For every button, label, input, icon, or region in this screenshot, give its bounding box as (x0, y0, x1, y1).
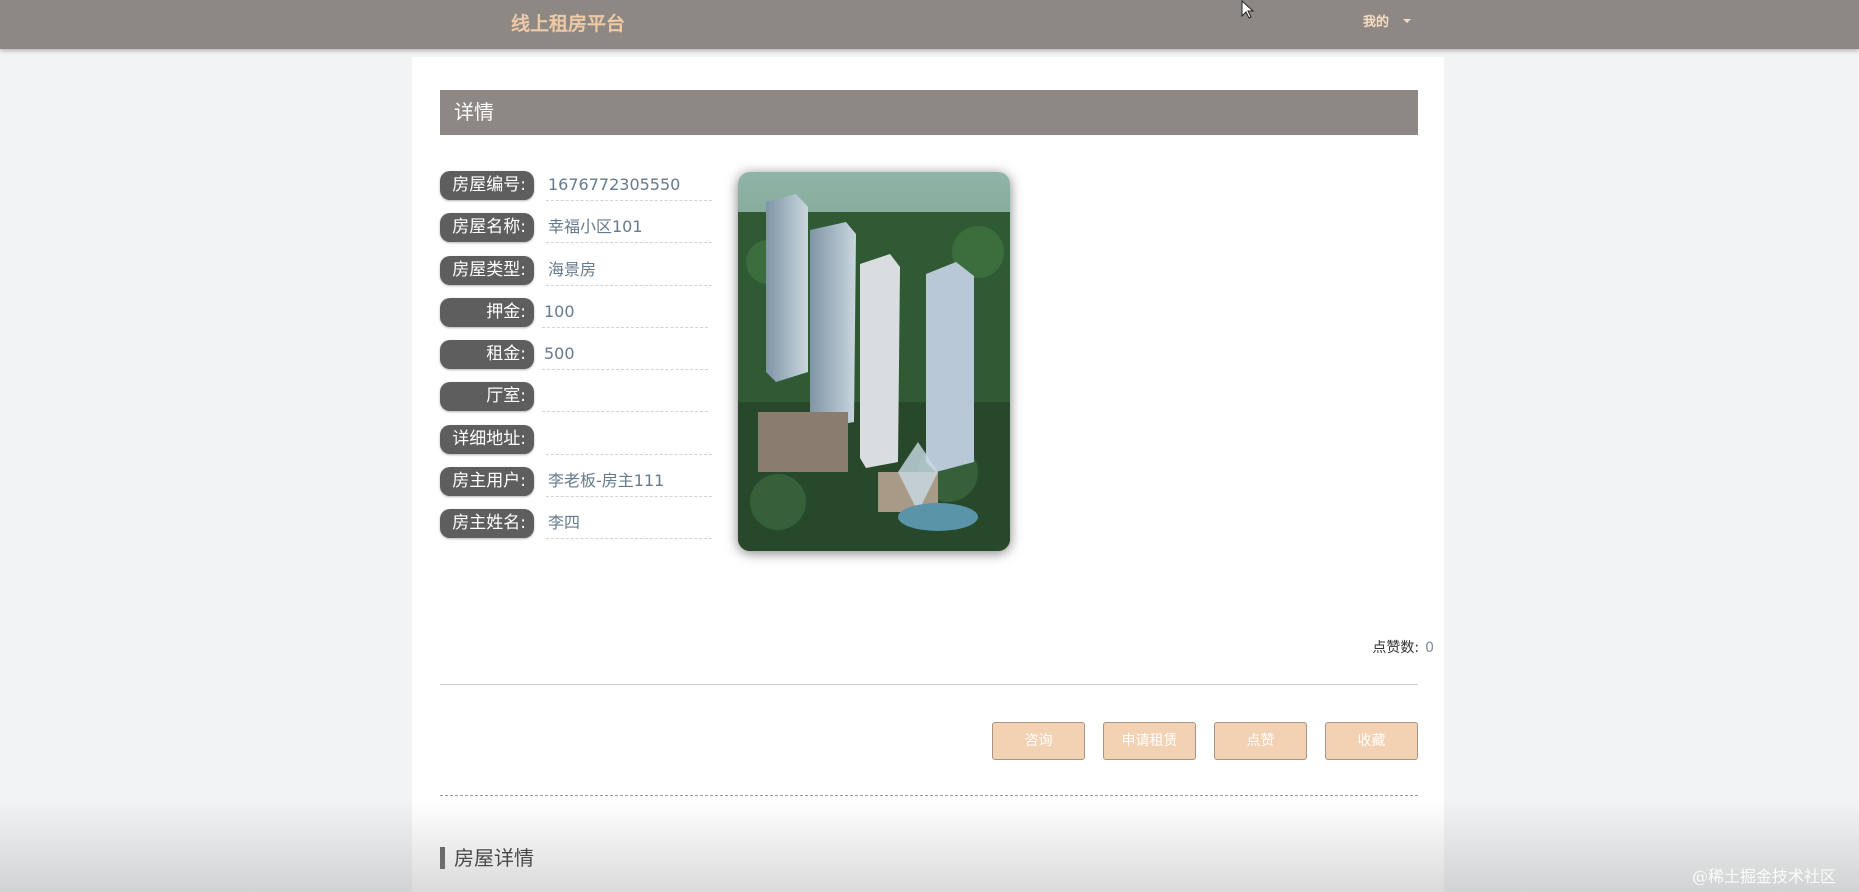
action-buttons: 咨询 申请租赁 点赞 收藏 (992, 722, 1418, 760)
house-details-heading: 房屋详情 (440, 847, 534, 869)
divider-dashed (440, 795, 1418, 796)
field-value: 幸福小区101 (546, 213, 712, 244)
chevron-down-icon (1403, 18, 1412, 23)
mine-menu[interactable]: 我的 (1363, 11, 1412, 30)
house-photo (738, 172, 1010, 551)
field-label: 房屋名称: (440, 213, 534, 243)
watermark-text: @稀土掘金技术社区 (1692, 867, 1837, 886)
like-button[interactable]: 点赞 (1214, 722, 1307, 760)
apply-rent-button[interactable]: 申请租赁 (1103, 722, 1196, 760)
field-label: 房主姓名: (440, 509, 534, 539)
like-count-label: 点赞数: (1372, 640, 1420, 656)
field-value: 李老板-房主111 (546, 467, 712, 498)
like-count: 点赞数: 0 (1372, 637, 1434, 657)
field-label: 房屋编号: (440, 171, 534, 200)
field-label: 房屋类型: (440, 255, 534, 285)
building-illustration (738, 172, 1010, 551)
field-value: 1676772305550 (546, 171, 712, 201)
field-value (542, 382, 708, 413)
field-value: 500 (542, 340, 708, 371)
field-label: 厅室: (440, 382, 534, 412)
top-navbar: 线上租房平台 我的 (0, 0, 1859, 49)
field-value: 100 (542, 298, 708, 328)
field-value: 海景房 (546, 256, 712, 286)
mouse-cursor-icon (1241, 0, 1255, 19)
like-count-value: 0 (1425, 640, 1434, 656)
section-title: 详情 (440, 90, 1418, 135)
field-label: 押金: (440, 297, 534, 327)
field-value (546, 425, 712, 455)
brand-title[interactable]: 线上租房平台 (511, 9, 625, 36)
favorite-button[interactable]: 收藏 (1325, 722, 1418, 760)
mine-menu-label: 我的 (1363, 15, 1390, 30)
divider (440, 684, 1418, 685)
field-label: 租金: (440, 340, 534, 370)
field-label: 详细地址: (440, 424, 534, 454)
consult-button[interactable]: 咨询 (992, 722, 1085, 760)
field-label: 房主用户: (440, 467, 534, 497)
detail-card: 详情 房屋编号: 1676772305550 房屋名称: 幸福小区101 房屋类… (412, 57, 1444, 892)
field-value: 李四 (546, 509, 712, 540)
